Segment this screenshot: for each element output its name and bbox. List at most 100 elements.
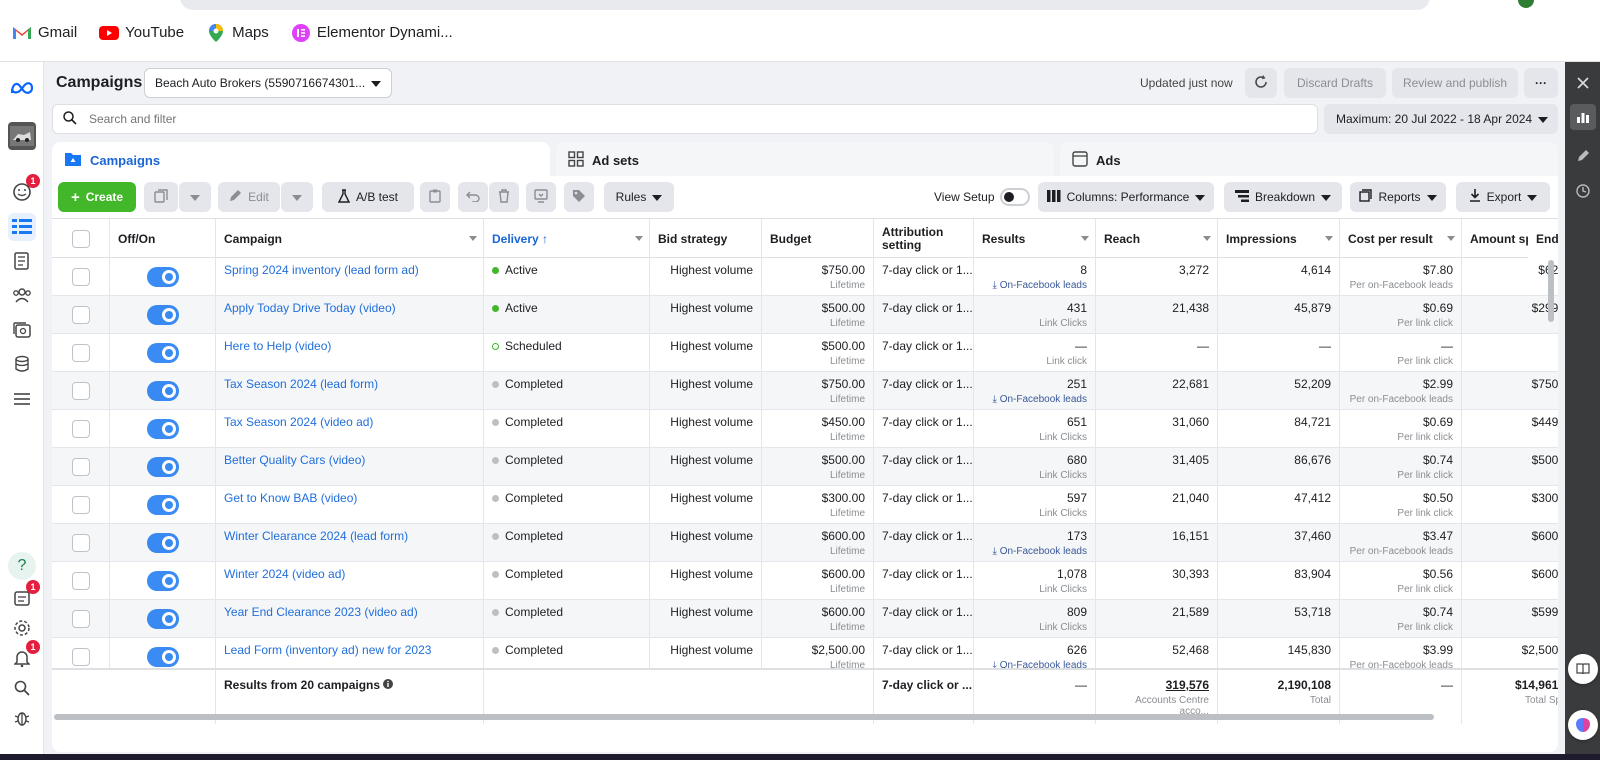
clipboard-button[interactable] (420, 182, 450, 212)
table-row[interactable]: Tax Season 2024 (video ad) Completed Hig… (52, 410, 1558, 448)
pages-icon[interactable] (8, 247, 36, 275)
campaign-toggle[interactable] (146, 343, 179, 363)
delete-button[interactable] (489, 182, 519, 212)
refresh-button[interactable] (1245, 68, 1277, 98)
bookmark-elementor[interactable]: Elementor Dynami... (291, 23, 453, 42)
col-off-on[interactable]: Off/On (110, 219, 216, 259)
table-row[interactable]: Apply Today Drive Today (video) Active H… (52, 296, 1558, 334)
row-checkbox[interactable] (71, 306, 90, 324)
table-row[interactable]: Year End Clearance 2023 (video ad) Compl… (52, 600, 1558, 638)
campaign-name-link[interactable]: Lead Form (inventory ad) new for 2023 (216, 638, 484, 668)
vertical-scrollbar[interactable] (1548, 260, 1554, 322)
table-row[interactable]: Winter Clearance 2024 (lead form) Comple… (52, 524, 1558, 562)
search-icon[interactable] (8, 674, 36, 702)
row-checkbox[interactable] (71, 382, 90, 400)
duplicate-dropdown-button[interactable] (179, 182, 211, 212)
create-button[interactable]: + Create (58, 182, 136, 212)
campaign-name-link[interactable]: Tax Season 2024 (lead form) (216, 372, 484, 410)
settings-gear-icon[interactable] (8, 614, 36, 642)
campaigns-table-icon[interactable] (8, 213, 36, 241)
campaign-name-link[interactable]: Spring 2024 inventory (lead form ad) (216, 258, 484, 296)
tab-campaigns[interactable]: Campaigns (52, 142, 550, 178)
row-checkbox[interactable] (71, 458, 90, 476)
row-checkbox[interactable] (71, 648, 90, 666)
col-ends[interactable]: End (1528, 219, 1558, 259)
table-row[interactable]: Lead Form (inventory ad) new for 2023 Co… (52, 638, 1558, 668)
reports-dropdown[interactable]: Reports (1350, 182, 1446, 212)
ab-test-button[interactable]: A/B test (322, 182, 414, 212)
campaign-toggle[interactable] (146, 305, 179, 325)
edit-button[interactable]: Edit (218, 182, 280, 212)
tab-ads[interactable]: Ads (1060, 142, 1558, 178)
campaign-name-link[interactable]: Winter Clearance 2024 (lead form) (216, 524, 484, 562)
col-budget[interactable]: Budget (762, 219, 874, 259)
table-row[interactable]: Better Quality Cars (video) Completed Hi… (52, 448, 1558, 486)
table-row[interactable]: Tax Season 2024 (lead form) Completed Hi… (52, 372, 1558, 410)
profile-avatar[interactable] (1518, 0, 1534, 8)
col-reach[interactable]: Reach (1096, 219, 1218, 259)
campaign-toggle[interactable] (146, 419, 179, 439)
campaign-toggle[interactable] (146, 533, 179, 553)
bookmark-gmail[interactable]: Gmail (12, 24, 77, 41)
campaign-name-link[interactable]: Here to Help (video) (216, 334, 484, 372)
close-icon[interactable] (1570, 70, 1596, 96)
table-row[interactable]: Here to Help (video) Scheduled Highest v… (52, 334, 1558, 372)
address-bar[interactable] (180, 0, 1430, 10)
billing-icon[interactable] (8, 350, 36, 378)
row-checkbox[interactable] (71, 344, 90, 362)
row-checkbox[interactable] (71, 496, 90, 514)
discard-drafts-button[interactable]: Discard Drafts (1284, 68, 1386, 98)
account-avatar[interactable] (8, 122, 36, 150)
campaign-toggle[interactable] (146, 381, 179, 401)
campaign-name-link[interactable]: Apply Today Drive Today (video) (216, 296, 484, 334)
export-dropdown[interactable]: Export (1456, 182, 1550, 212)
more-options-button[interactable]: ··· (1524, 68, 1558, 98)
col-results[interactable]: Results (974, 219, 1096, 259)
campaign-toggle[interactable] (146, 571, 179, 591)
rules-dropdown[interactable]: Rules (604, 182, 674, 212)
bug-report-icon[interactable] (8, 704, 36, 732)
campaign-toggle[interactable] (146, 457, 179, 477)
clock-icon[interactable] (1570, 178, 1596, 204)
col-attribution[interactable]: Attribution setting (874, 219, 974, 259)
horizontal-scrollbar[interactable] (54, 714, 1434, 720)
bar-chart-icon[interactable] (1570, 104, 1596, 130)
col-cost-per-result[interactable]: Cost per result (1340, 219, 1462, 259)
side-panel-book-icon[interactable] (1568, 654, 1598, 684)
date-range-picker[interactable]: Maximum: 20 Jul 2022 - 18 Apr 2024 (1324, 104, 1558, 134)
alerts-bell-icon[interactable]: 1 (8, 640, 40, 672)
col-impressions[interactable]: Impressions (1218, 219, 1340, 259)
row-checkbox[interactable] (71, 572, 90, 590)
col-campaign[interactable]: Campaign (216, 219, 484, 259)
row-checkbox[interactable] (71, 534, 90, 552)
bookmark-maps[interactable]: Maps (206, 23, 269, 42)
campaign-name-link[interactable]: Get to Know BAB (video) (216, 486, 484, 524)
tag-button[interactable] (564, 182, 594, 212)
campaign-toggle[interactable] (146, 609, 179, 629)
help-icon[interactable]: ? (8, 552, 36, 580)
campaign-toggle[interactable] (146, 647, 179, 667)
preview-button[interactable] (526, 182, 556, 212)
table-row[interactable]: Spring 2024 inventory (lead form ad) Act… (52, 258, 1558, 296)
row-checkbox[interactable] (71, 268, 90, 286)
pencil-icon[interactable] (1570, 142, 1596, 168)
campaign-name-link[interactable]: Winter 2024 (video ad) (216, 562, 484, 600)
review-publish-button[interactable]: Review and publish (1392, 68, 1518, 98)
media-library-icon[interactable] (8, 316, 36, 344)
edit-dropdown-button[interactable] (281, 182, 313, 212)
duplicate-button[interactable] (144, 182, 178, 212)
menu-icon[interactable] (8, 385, 36, 413)
undo-button[interactable] (458, 182, 488, 212)
campaign-name-link[interactable]: Year End Clearance 2023 (video ad) (216, 600, 484, 638)
ai-brain-icon[interactable] (1568, 710, 1598, 740)
audiences-icon[interactable] (8, 281, 36, 309)
table-row[interactable]: Winter 2024 (video ad) Completed Highest… (52, 562, 1558, 600)
search-input[interactable] (89, 112, 989, 126)
notifications-face-icon[interactable]: 1 (8, 174, 40, 206)
account-selector[interactable]: Beach Auto Brokers (5590716674301... (144, 68, 392, 98)
pages-notifications-icon[interactable]: 1 (8, 580, 40, 612)
meta-logo-icon[interactable] (8, 74, 36, 102)
columns-dropdown[interactable]: Columns: Performance (1038, 182, 1214, 212)
col-bid-strategy[interactable]: Bid strategy (650, 219, 762, 259)
campaign-toggle[interactable] (146, 495, 179, 515)
